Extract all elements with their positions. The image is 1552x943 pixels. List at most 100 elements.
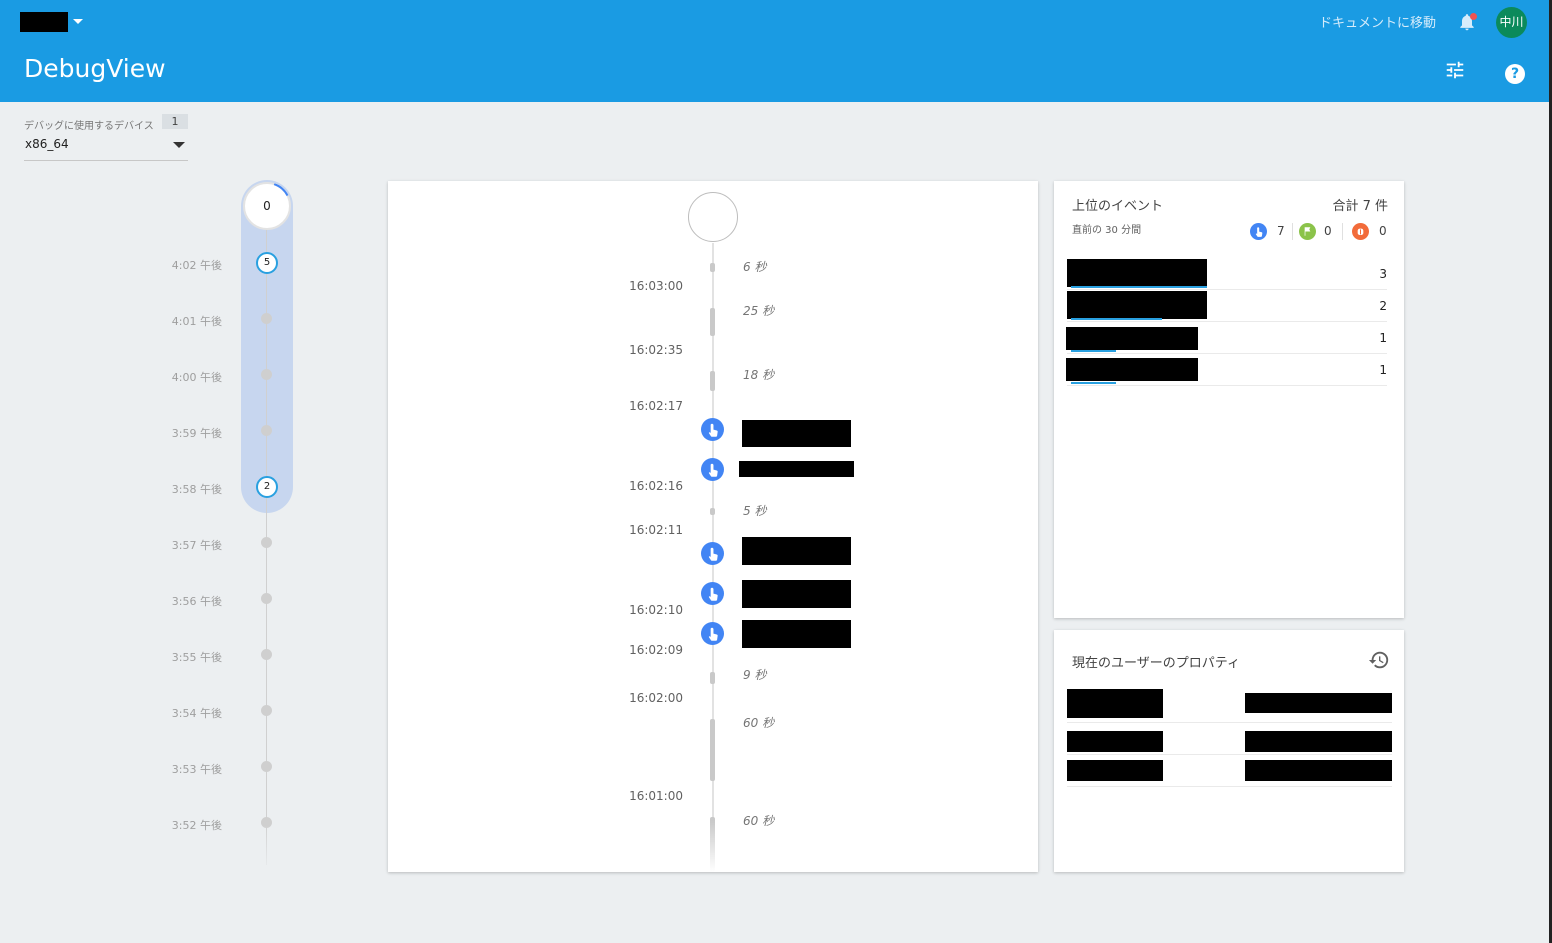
event-name-redacted[interactable] [742, 580, 851, 608]
gap-duration: 5 秒 [743, 504, 767, 518]
property-value-redacted [1245, 760, 1392, 781]
gap-segment [710, 508, 715, 515]
device-select[interactable]: x86_64 [24, 134, 188, 161]
gap-segment [710, 263, 715, 272]
property-name-redacted [1067, 760, 1163, 781]
gap-duration: 60 秒 [743, 716, 775, 730]
docs-link[interactable]: ドキュメントに移動 [1319, 12, 1436, 31]
minute-dot[interactable] [261, 313, 272, 324]
minute-dot[interactable] [261, 649, 272, 660]
event-timestamp: 16:02:10 [629, 603, 683, 617]
event-name-redacted [1066, 358, 1198, 381]
event-timestamp: 16:01:00 [629, 789, 683, 803]
event-count: 1 [1379, 363, 1387, 377]
event-name-redacted[interactable] [742, 620, 851, 648]
event-count: 3 [1379, 267, 1387, 281]
event-count: 2 [1379, 299, 1387, 313]
minute-label: 3:57 午後 [171, 539, 222, 552]
top-events-subtitle: 直前の 30 分間 [1072, 225, 1142, 236]
flag-icon [1299, 223, 1316, 240]
gap-segment [710, 371, 715, 391]
bug-icon [1352, 223, 1369, 240]
divider [1292, 223, 1293, 240]
user-properties-title: 現在のユーザーのプロパティ [1072, 656, 1240, 671]
event-name-redacted[interactable] [742, 537, 851, 565]
minute-label: 3:58 午後 [171, 483, 222, 496]
touch-event-icon[interactable] [701, 542, 724, 565]
list-item[interactable]: 2 [1067, 290, 1387, 322]
top-events-card: 上位のイベント 合計 7 件 直前の 30 分間 7 0 0 3 2 1 1 [1054, 181, 1404, 618]
minute-count-bubble[interactable]: 5 [256, 252, 278, 274]
minute-dot[interactable] [261, 705, 272, 716]
minute-label: 3:56 午後 [171, 595, 222, 608]
device-count-badge: 1 [162, 114, 188, 129]
event-name-redacted[interactable] [742, 420, 851, 447]
page-title: DebugView [24, 54, 166, 83]
minute-dot[interactable] [261, 593, 272, 604]
event-name-redacted[interactable] [739, 461, 854, 477]
gap-duration: 6 秒 [743, 260, 767, 274]
minute-dot[interactable] [261, 369, 272, 380]
event-timestamp: 16:02:00 [629, 691, 683, 705]
touch-event-icon[interactable] [701, 622, 724, 645]
device-selector-label: デバッグに使用するデバイス [24, 121, 154, 132]
gap-duration: 25 秒 [743, 304, 775, 318]
divider [1342, 223, 1343, 240]
property-value-redacted [1245, 731, 1392, 752]
app-header: ドキュメントに移動 中川 DebugView ? [0, 0, 1549, 102]
touch-event-icon[interactable] [701, 418, 724, 441]
touch-event-icon[interactable] [701, 458, 724, 481]
chevron-down-icon[interactable] [73, 19, 83, 24]
minute-count-bubble[interactable]: 2 [256, 476, 278, 498]
minute-label: 3:55 午後 [171, 651, 222, 664]
gap-duration: 9 秒 [743, 668, 767, 682]
event-timestamp: 16:03:00 [629, 279, 683, 293]
event-share-bar [1071, 382, 1116, 384]
top-events-total: 合計 7 件 [1332, 199, 1388, 214]
minute-label: 4:01 午後 [171, 315, 222, 328]
event-share-bar [1071, 318, 1162, 320]
list-item[interactable]: 1 [1066, 322, 1387, 354]
project-selector-redacted[interactable] [20, 12, 68, 32]
property-name-redacted [1067, 689, 1163, 718]
tune-icon[interactable] [1444, 59, 1466, 81]
device-select-value: x86_64 [25, 137, 69, 151]
list-item[interactable]: 3 [1067, 258, 1387, 290]
stream-head-circle [688, 192, 738, 242]
event-name-redacted [1067, 291, 1207, 319]
event-timestamp: 16:02:16 [629, 479, 683, 493]
event-share-bar [1071, 286, 1207, 288]
gap-duration: 18 秒 [743, 368, 775, 382]
gap-duration: 60 秒 [743, 814, 775, 828]
gap-segment [710, 719, 715, 781]
event-name-redacted [1066, 327, 1198, 350]
minutes-timeline: 0 4:02 午後 5 4:01 午後 4:00 午後 3:59 午後 3:58… [0, 175, 350, 875]
touch-event-icon[interactable] [701, 582, 724, 605]
stream-fade [688, 821, 738, 872]
event-type-icon [1250, 223, 1267, 240]
gap-segment [710, 308, 715, 336]
event-count: 1 [1379, 331, 1387, 345]
minute-label: 3:59 午後 [171, 427, 222, 440]
property-value-redacted [1245, 693, 1392, 713]
minute-dot[interactable] [261, 537, 272, 548]
minute-label: 4:02 午後 [171, 259, 222, 272]
conversion-count: 0 [1324, 224, 1332, 238]
user-property-row [1067, 723, 1392, 755]
dropdown-arrow-icon [173, 142, 185, 148]
avatar[interactable]: 中川 [1496, 7, 1527, 38]
seconds-stream-panel: 6 秒 16:03:00 25 秒 16:02:35 18 秒 16:02:17… [388, 181, 1038, 872]
gap-segment [710, 672, 715, 684]
user-property-row [1067, 689, 1392, 723]
list-item[interactable]: 1 [1066, 354, 1387, 386]
minute-label: 3:54 午後 [171, 707, 222, 720]
property-name-redacted [1067, 731, 1163, 752]
event-name-redacted [1067, 259, 1207, 287]
help-icon[interactable]: ? [1505, 64, 1525, 84]
minute-dot[interactable] [261, 761, 272, 772]
event-count: 7 [1277, 224, 1285, 238]
history-icon[interactable] [1368, 649, 1390, 671]
event-share-bar [1071, 350, 1116, 352]
minute-dot[interactable] [261, 425, 272, 436]
minute-label: 3:53 午後 [171, 763, 222, 776]
